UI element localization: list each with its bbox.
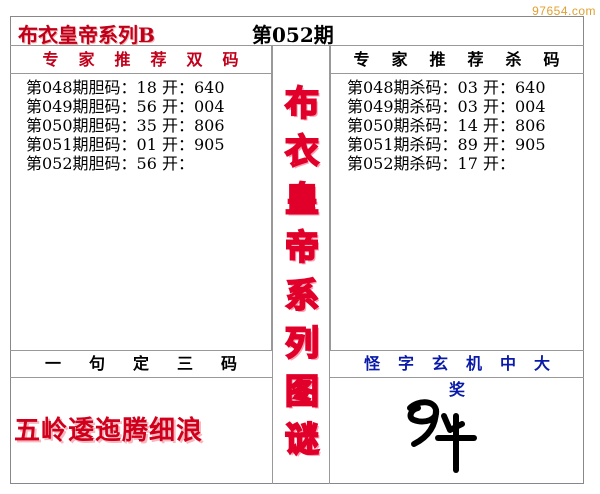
- riddle-text: 五岭逶迤腾细浪: [14, 416, 204, 446]
- double-code-heading: 专家推荐双码: [10, 46, 271, 74]
- vertical-char: 列: [284, 323, 320, 365]
- title-bar: 布衣皇帝系列B 第052期: [10, 16, 584, 47]
- vertical-char: 布: [284, 83, 320, 125]
- vertical-char: 图: [284, 371, 320, 413]
- strange-char-heading: 怪字玄机中大奖: [330, 350, 584, 399]
- vertical-char: 谜: [284, 419, 320, 461]
- list-item: 第049期杀码：03 开：004: [347, 97, 546, 116]
- list-item: 第048期杀码：03 开：640: [347, 78, 546, 97]
- list-item: 第052期胆码：56 开：: [26, 154, 194, 173]
- vertical-char: 帝: [284, 227, 320, 269]
- one-sentence-heading: 一句定三码: [10, 350, 272, 378]
- vertical-char: 衣: [284, 131, 320, 173]
- poster-title: 布衣皇帝系列B: [18, 23, 155, 47]
- list-item: 第050期杀码：14 开：806: [347, 116, 546, 135]
- list-item: 第052期杀码：17 开：: [347, 154, 515, 173]
- list-item: 第051期杀码：89 开：905: [347, 135, 546, 154]
- list-item: 第051期胆码：01 开：905: [26, 135, 225, 154]
- kill-code-list: 第048期杀码：03 开：640 第049期杀码：03 开：004 第050期杀…: [331, 74, 584, 173]
- handwritten-glyph-icon: [407, 399, 477, 473]
- kill-code-panel: 专家推荐杀码 第048期杀码：03 开：640 第049期杀码：03 开：004…: [330, 46, 584, 350]
- vertical-char: 皇: [284, 179, 320, 221]
- list-item: 第049期胆码：56 开：004: [26, 97, 225, 116]
- double-code-panel: 专家推荐双码 第048期胆码：18 开：640 第049期胆码：56 开：004…: [10, 46, 272, 350]
- list-item: 第048期胆码：18 开：640: [26, 78, 225, 97]
- issue-number: 第052期: [252, 23, 334, 47]
- vertical-title-column: 布 衣 皇 帝 系 列 图 谜: [272, 46, 330, 484]
- kill-code-heading: 专家推荐杀码: [331, 46, 584, 74]
- vertical-char: 系: [284, 275, 320, 317]
- list-item: 第050期胆码：35 开：806: [26, 116, 225, 135]
- double-code-list: 第048期胆码：18 开：640 第049期胆码：56 开：004 第050期胆…: [10, 74, 271, 173]
